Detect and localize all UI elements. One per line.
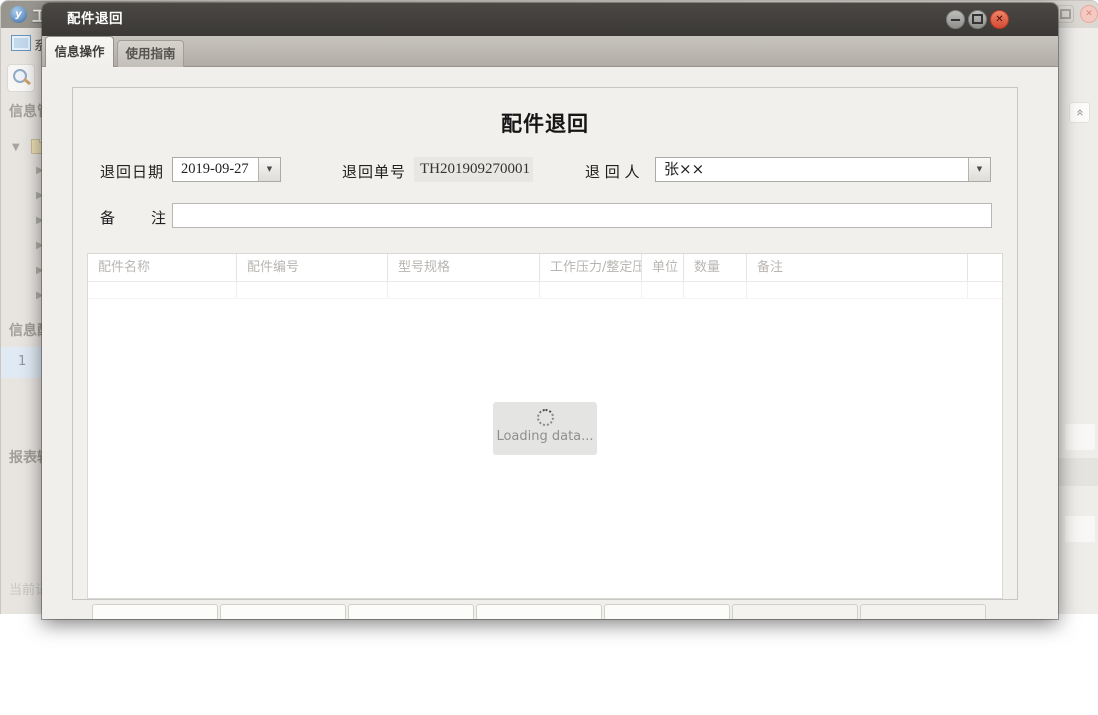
system-checkbox-icon[interactable] (11, 35, 31, 51)
returner-label: 退 回 人 (585, 161, 640, 182)
minimize-button[interactable] (946, 10, 965, 29)
loading-text: Loading data... (493, 429, 597, 444)
remark-label: 备 注 (100, 207, 166, 228)
tab-info-operations[interactable]: 信息操作 (45, 36, 114, 67)
col-model-spec[interactable]: 型号规格 (388, 254, 540, 281)
remark-label-right: 注 (151, 207, 166, 228)
chevron-up-icon: « (1070, 103, 1089, 122)
dialog-titlebar[interactable]: 配件退回 ✕ (42, 3, 1058, 36)
dialog-body: 配件退回 退回日期 2019-09-27 ▼ 退回单号 TH2019092700… (42, 67, 1058, 619)
col-part-name[interactable]: 配件名称 (88, 254, 237, 281)
returner-value: 张×× (664, 158, 704, 181)
parent-ghost-row (1064, 423, 1096, 451)
collapse-panel-button[interactable]: « (1069, 102, 1090, 123)
col-filler (968, 254, 1002, 281)
parent-sidebar: 系 信息管 ▼ ▶ ▶ ▶ ▶ ▶ ▶ 信息配 1 报表输 当前记 (1, 28, 43, 614)
loading-indicator: Loading data... (493, 402, 597, 455)
spinner-icon (537, 409, 554, 426)
parent-maximize-button[interactable] (1056, 5, 1074, 23)
returner-select[interactable]: 张×× ▼ (655, 157, 991, 182)
page-title: 配件退回 (73, 108, 1017, 138)
maximize-icon (1060, 9, 1071, 19)
tab-user-guide[interactable]: 使用指南 (117, 40, 184, 67)
chevron-down-icon: ▼ (259, 158, 280, 181)
table-row (88, 282, 1002, 299)
parent-close-button[interactable]: ✕ (1080, 5, 1098, 23)
maximize-icon (972, 14, 983, 24)
action-button[interactable] (860, 604, 986, 619)
col-unit[interactable]: 单位 (642, 254, 684, 281)
app-logo-icon: y (10, 6, 27, 23)
selected-item-number: 1 (18, 354, 26, 369)
sidebar-selected-item[interactable]: 1 (1, 347, 43, 378)
action-button[interactable] (604, 604, 730, 619)
order-no-label: 退回单号 (342, 161, 406, 182)
tab-strip: 信息操作 使用指南 (42, 36, 1058, 67)
search-button[interactable] (7, 64, 35, 92)
return-date-value: 2019-09-27 (181, 158, 249, 181)
action-button[interactable] (732, 604, 858, 619)
remark-input[interactable] (172, 203, 992, 228)
col-part-no[interactable]: 配件编号 (237, 254, 388, 281)
dialog-title: 配件退回 (67, 3, 123, 36)
parts-table: 配件名称 配件编号 型号规格 工作压力/整定压力 单位 数量 备注 (87, 253, 1003, 599)
chevron-down-icon: ▼ (969, 158, 990, 181)
col-remark[interactable]: 备注 (747, 254, 968, 281)
remark-label-left: 备 (100, 207, 115, 228)
returner-dropdown-button[interactable]: ▼ (968, 158, 990, 181)
minimize-icon (951, 19, 960, 21)
col-working-pressure[interactable]: 工作压力/整定压力 (540, 254, 642, 281)
col-quantity[interactable]: 数量 (684, 254, 747, 281)
action-button[interactable] (92, 604, 218, 619)
action-button[interactable] (220, 604, 346, 619)
search-icon-handle (23, 78, 31, 85)
parent-ghost-row (1064, 515, 1096, 543)
table-header-row: 配件名称 配件编号 型号规格 工作压力/整定压力 单位 数量 备注 (88, 254, 1002, 282)
maximize-button[interactable] (968, 10, 987, 29)
parent-highlight-row (1058, 458, 1098, 486)
parts-return-dialog: 配件退回 ✕ 信息操作 使用指南 配件退回 退回日期 2019-09-27 ▼ … (42, 3, 1058, 619)
date-dropdown-button[interactable]: ▼ (258, 158, 280, 181)
return-date-picker[interactable]: 2019-09-27 ▼ (172, 157, 281, 182)
action-button[interactable] (476, 604, 602, 619)
return-date-label: 退回日期 (100, 161, 164, 182)
order-no-field: TH201909270001 (414, 157, 533, 182)
form-panel: 配件退回 退回日期 2019-09-27 ▼ 退回单号 TH2019092700… (72, 87, 1018, 600)
tree-collapse-icon[interactable]: ▼ (12, 142, 20, 153)
action-button[interactable] (348, 604, 474, 619)
close-button[interactable]: ✕ (990, 10, 1009, 29)
